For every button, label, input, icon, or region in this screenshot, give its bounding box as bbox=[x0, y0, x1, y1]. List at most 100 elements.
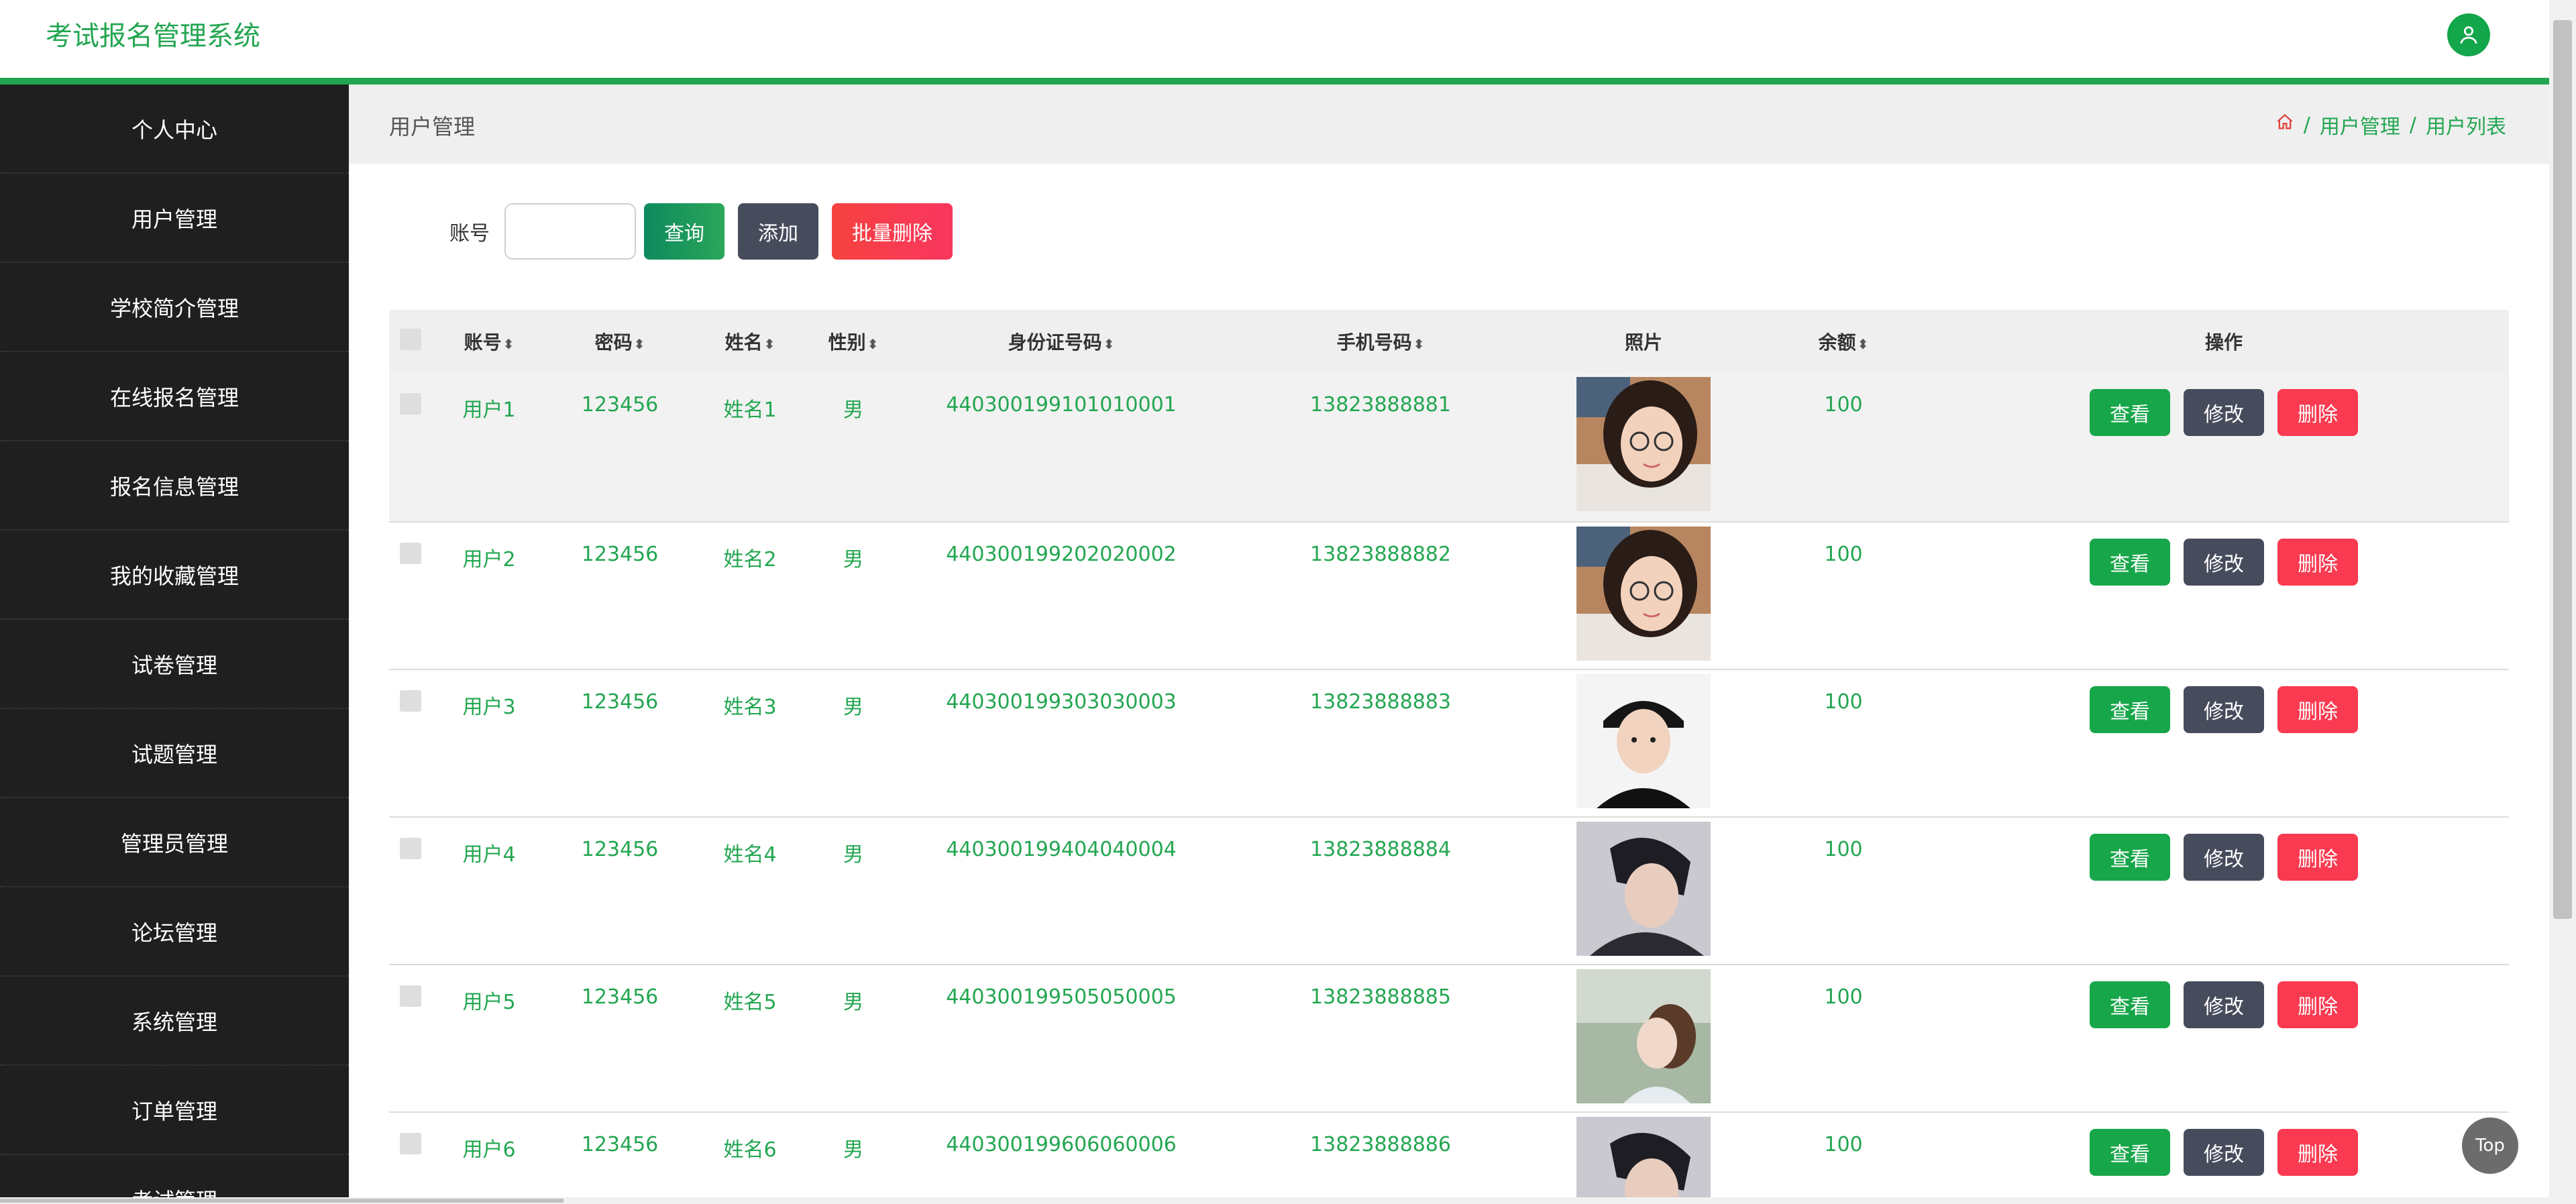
cell-id-number: 440300199404040004 bbox=[946, 838, 1177, 861]
column-header-password[interactable]: 密码 ⬍ bbox=[546, 310, 694, 373]
edit-button[interactable]: 修改 bbox=[2184, 686, 2264, 733]
view-button[interactable]: 查看 bbox=[2090, 981, 2170, 1028]
sidebar-item-orders[interactable]: 订单管理 bbox=[0, 1066, 349, 1155]
view-button[interactable]: 查看 bbox=[2090, 686, 2170, 733]
cell-gender: 男 bbox=[843, 991, 863, 1014]
cell-account: 用户2 bbox=[462, 548, 516, 571]
horizontal-scrollbar-thumb[interactable] bbox=[0, 1199, 564, 1203]
cell-phone: 13823888886 bbox=[1310, 1133, 1451, 1156]
edit-button[interactable]: 修改 bbox=[2184, 1129, 2264, 1176]
edit-button[interactable]: 修改 bbox=[2184, 539, 2264, 586]
cell-gender: 男 bbox=[843, 1138, 863, 1162]
sidebar-item-questions[interactable]: 试题管理 bbox=[0, 709, 349, 798]
cell-gender: 男 bbox=[843, 398, 863, 422]
row-checkbox[interactable] bbox=[400, 838, 421, 859]
sidebar-item-forum[interactable]: 论坛管理 bbox=[0, 887, 349, 977]
sidebar-nav: 个人中心 用户管理 学校简介管理 在线报名管理 报名信息管理 我的收藏管理 试卷… bbox=[0, 85, 349, 1204]
sidebar-item-system[interactable]: 系统管理 bbox=[0, 977, 349, 1066]
delete-button[interactable]: 删除 bbox=[2277, 1129, 2358, 1176]
cell-gender: 男 bbox=[843, 548, 863, 571]
cell-account: 用户5 bbox=[462, 991, 516, 1014]
user-photo bbox=[1576, 1117, 1711, 1204]
vertical-scrollbar[interactable] bbox=[2549, 0, 2576, 1204]
page-title: 用户管理 bbox=[389, 114, 476, 140]
account-search-input[interactable] bbox=[504, 203, 636, 260]
view-button[interactable]: 查看 bbox=[2090, 539, 2170, 586]
cell-account: 用户1 bbox=[462, 398, 516, 422]
breadcrumb: / 用户管理 / 用户列表 bbox=[2275, 110, 2506, 140]
query-button[interactable]: 查询 bbox=[644, 203, 724, 260]
sort-icon[interactable]: ⬍ bbox=[1413, 336, 1425, 352]
column-header-name[interactable]: 姓名 ⬍ bbox=[694, 310, 806, 373]
user-table: 账号 ⬍ 密码 ⬍ 姓名 ⬍ 性别 ⬍ 身份证号码 ⬍ 手机号码 ⬍ 照片 余额 ⬍ 操作 用… bbox=[389, 310, 2509, 1204]
table-row: 用户4 123456 姓名4 男 440300199404040004 1382… bbox=[389, 817, 2509, 965]
back-to-top-button[interactable]: Top bbox=[2462, 1117, 2518, 1174]
cell-phone: 13823888884 bbox=[1310, 838, 1451, 861]
column-header-id-number[interactable]: 身份证号码 ⬍ bbox=[900, 310, 1222, 373]
home-icon[interactable] bbox=[2275, 113, 2294, 137]
cell-gender: 男 bbox=[843, 843, 863, 867]
column-header-gender[interactable]: 性别 ⬍ bbox=[806, 310, 900, 373]
cell-balance: 100 bbox=[1824, 543, 1863, 566]
row-checkbox[interactable] bbox=[400, 1133, 421, 1154]
cell-balance: 100 bbox=[1824, 838, 1863, 861]
cell-password: 123456 bbox=[581, 838, 659, 861]
sort-icon[interactable]: ⬍ bbox=[503, 336, 515, 352]
sidebar-item-admins[interactable]: 管理员管理 bbox=[0, 798, 349, 887]
sidebar-item-favorites[interactable]: 我的收藏管理 bbox=[0, 531, 349, 620]
cell-balance: 100 bbox=[1824, 1133, 1863, 1156]
cell-account: 用户3 bbox=[462, 696, 516, 719]
sort-icon[interactable]: ⬍ bbox=[634, 336, 645, 352]
cell-balance: 100 bbox=[1824, 690, 1863, 714]
vertical-scrollbar-thumb[interactable] bbox=[2553, 20, 2572, 919]
column-header-account[interactable]: 账号 ⬍ bbox=[432, 310, 546, 373]
sort-icon[interactable]: ⬍ bbox=[1858, 336, 1869, 352]
top-header: 考试报名管理系统 bbox=[0, 0, 2549, 85]
sidebar-item-school-intro[interactable]: 学校简介管理 bbox=[0, 263, 349, 352]
app-title: 考试报名管理系统 bbox=[46, 21, 260, 52]
sidebar-item-personal-center[interactable]: 个人中心 bbox=[0, 85, 349, 174]
delete-button[interactable]: 删除 bbox=[2277, 834, 2358, 881]
select-all-checkbox[interactable] bbox=[400, 328, 421, 350]
delete-button[interactable]: 删除 bbox=[2277, 539, 2358, 586]
horizontal-scrollbar[interactable] bbox=[0, 1197, 2549, 1204]
row-checkbox[interactable] bbox=[400, 690, 421, 712]
cell-password: 123456 bbox=[581, 1133, 659, 1156]
view-button[interactable]: 查看 bbox=[2090, 389, 2170, 436]
edit-button[interactable]: 修改 bbox=[2184, 834, 2264, 881]
row-checkbox[interactable] bbox=[400, 393, 421, 415]
sort-icon[interactable]: ⬍ bbox=[1104, 336, 1115, 352]
user-avatar-icon[interactable] bbox=[2447, 13, 2490, 56]
sort-icon[interactable]: ⬍ bbox=[764, 336, 775, 352]
column-header-balance[interactable]: 余额 ⬍ bbox=[1748, 310, 1939, 373]
delete-button[interactable]: 删除 bbox=[2277, 686, 2358, 733]
cell-id-number: 440300199505050005 bbox=[946, 985, 1177, 1009]
view-button[interactable]: 查看 bbox=[2090, 1129, 2170, 1176]
cell-phone: 13823888881 bbox=[1310, 393, 1451, 417]
view-button[interactable]: 查看 bbox=[2090, 834, 2170, 881]
sidebar-item-user-management[interactable]: 用户管理 bbox=[0, 174, 349, 263]
batch-delete-button[interactable]: 批量删除 bbox=[832, 203, 953, 260]
breadcrumb-item-user-management[interactable]: 用户管理 bbox=[2320, 110, 2400, 140]
user-photo bbox=[1576, 674, 1711, 808]
delete-button[interactable]: 删除 bbox=[2277, 389, 2358, 436]
cell-name: 姓名4 bbox=[723, 843, 777, 867]
cell-id-number: 440300199606060006 bbox=[946, 1133, 1177, 1156]
cell-phone: 13823888885 bbox=[1310, 985, 1451, 1009]
edit-button[interactable]: 修改 bbox=[2184, 981, 2264, 1028]
row-checkbox[interactable] bbox=[400, 985, 421, 1007]
cell-name: 姓名3 bbox=[723, 696, 777, 719]
cell-phone: 13823888883 bbox=[1310, 690, 1451, 714]
sort-icon[interactable]: ⬍ bbox=[867, 336, 879, 352]
row-checkbox[interactable] bbox=[400, 543, 421, 564]
delete-button[interactable]: 删除 bbox=[2277, 981, 2358, 1028]
sidebar-item-online-registration[interactable]: 在线报名管理 bbox=[0, 352, 349, 441]
sidebar-item-exam-papers[interactable]: 试卷管理 bbox=[0, 620, 349, 709]
sidebar-item-registration-info[interactable]: 报名信息管理 bbox=[0, 441, 349, 531]
table-row: 用户6 123456 姓名6 男 440300199606060006 1382… bbox=[389, 1112, 2509, 1204]
add-button[interactable]: 添加 bbox=[738, 203, 818, 260]
column-header-phone[interactable]: 手机号码 ⬍ bbox=[1222, 310, 1539, 373]
edit-button[interactable]: 修改 bbox=[2184, 389, 2264, 436]
cell-balance: 100 bbox=[1824, 393, 1863, 417]
cell-password: 123456 bbox=[581, 393, 659, 417]
